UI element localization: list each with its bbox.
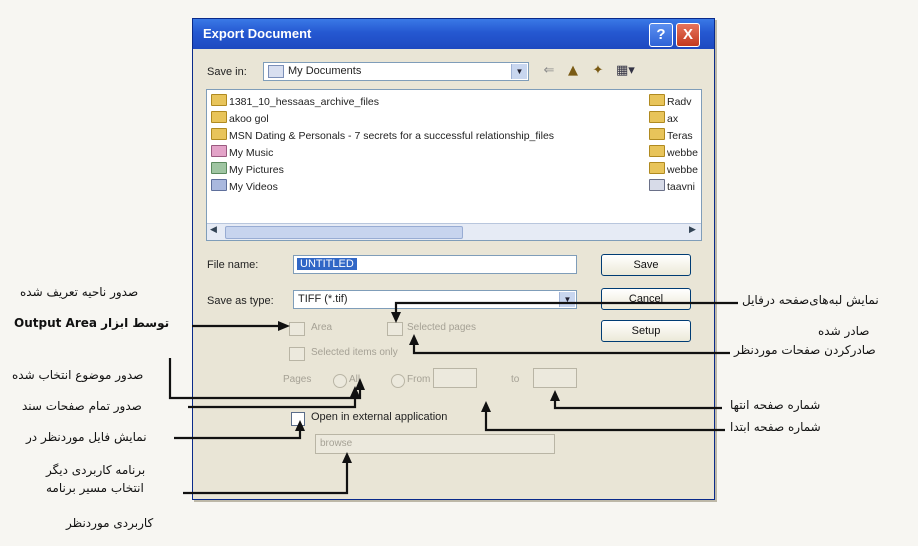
annotation-last-page-number: شماره صفحه انتها (730, 398, 821, 412)
annotation-exported: صادر شده (818, 324, 870, 338)
annotation-show-page-borders: نمایش لبه‌های‌صفحه درفایل (742, 293, 879, 307)
annotation-export-all-pages: صدور تمام صفحات سند (22, 399, 142, 413)
annotation-export-area: صدور ناحیه تعریف شده (20, 285, 139, 299)
annotation-target-application: کاربردی موردنظر (66, 516, 154, 530)
annotation-open-file-in: نمایش فایل موردنظر در (26, 430, 147, 444)
annotation-other-application: برنامه کاربردی دیگر (46, 463, 146, 477)
annotation-output-area-tool: توسط ابزار Output Area (14, 316, 170, 330)
annotation-export-selection: صدور موضوع انتخاب شده (12, 368, 144, 382)
annotation-export-page-range: صادرکردن صفحات موردنظر (734, 343, 876, 357)
annotation-select-app-path: انتخاب مسیر برنامه (46, 481, 144, 495)
annotation-first-page-number: شماره صفحه ابتدا (730, 420, 821, 434)
